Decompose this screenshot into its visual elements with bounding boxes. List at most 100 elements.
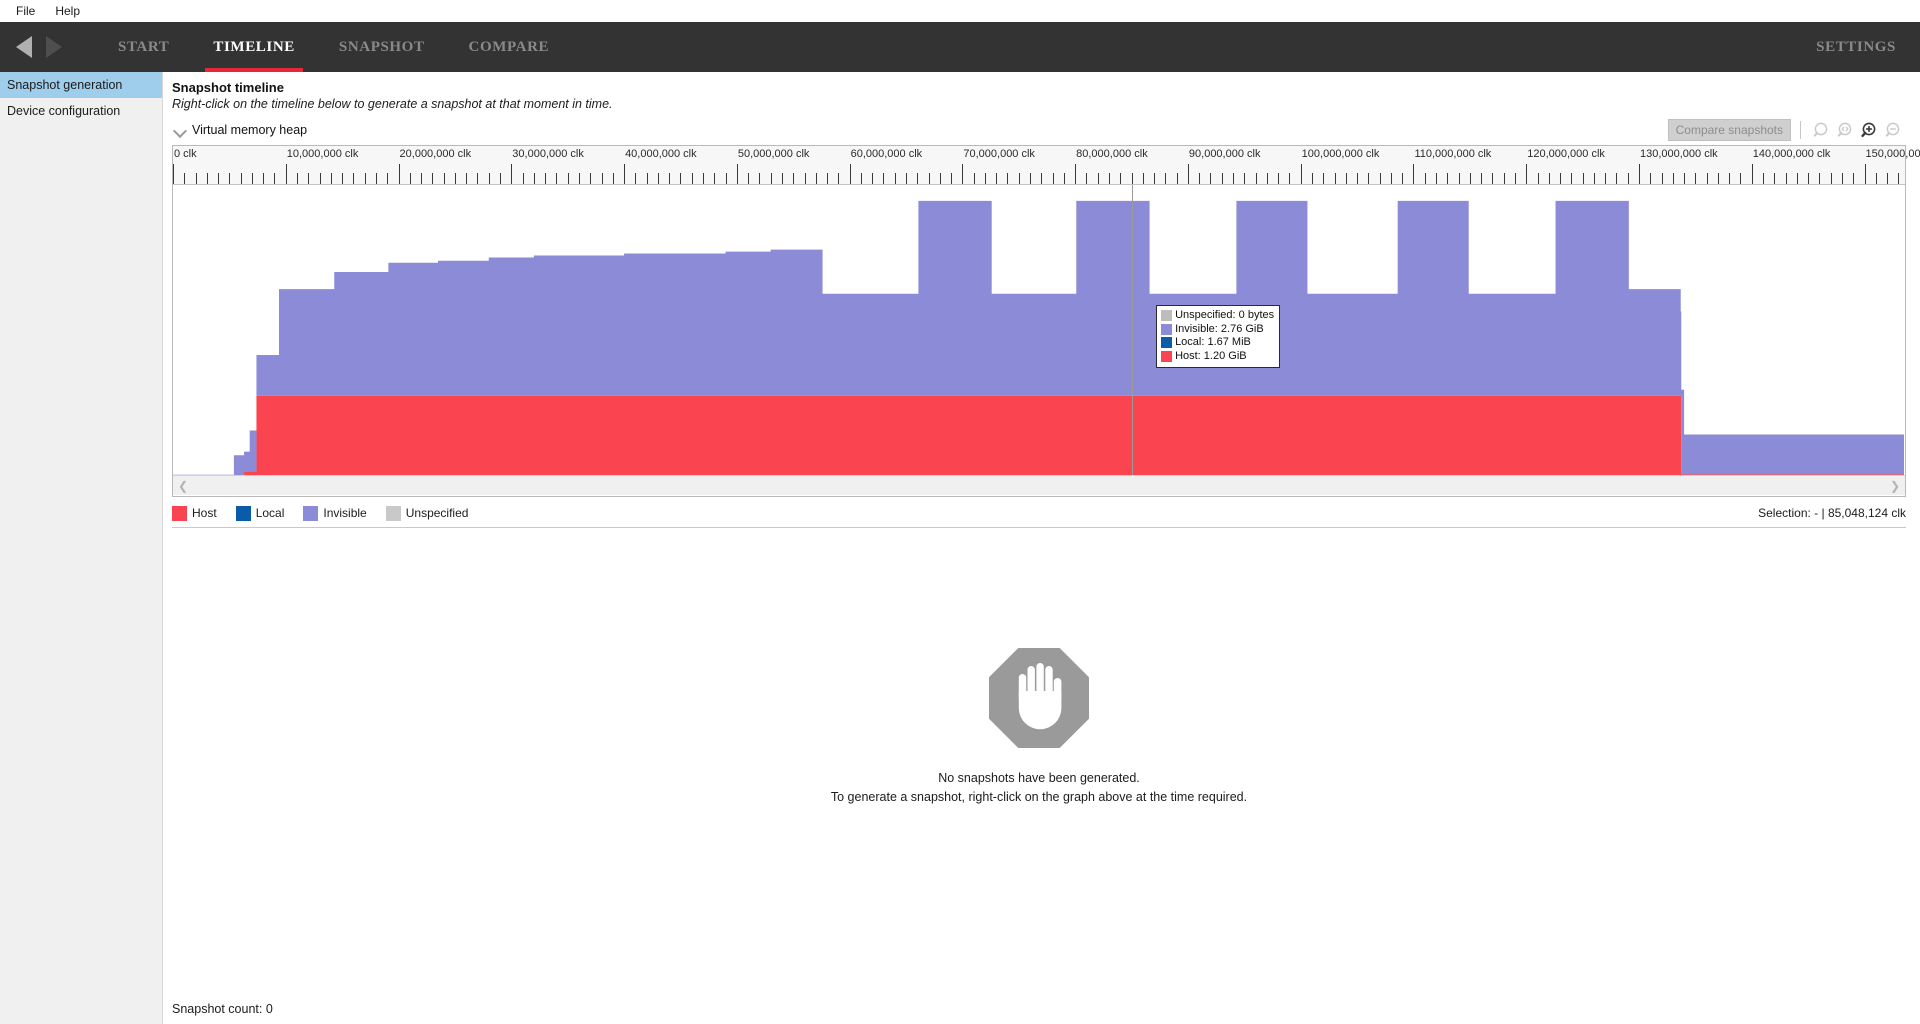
minor-tick <box>714 173 715 184</box>
minor-tick <box>1019 173 1020 184</box>
arrow-right-icon[interactable] <box>46 36 62 58</box>
tab-snapshot[interactable]: SNAPSHOT <box>317 22 447 72</box>
minor-tick <box>1707 173 1708 184</box>
chart-plot-area[interactable]: Unspecified: 0 bytes Invisible: 2.76 GiB… <box>173 185 1905 475</box>
minor-tick <box>1808 173 1809 184</box>
minor-tick <box>1515 173 1516 184</box>
major-tick <box>1188 164 1189 184</box>
major-tick <box>511 164 512 184</box>
minor-tick <box>320 173 321 184</box>
swatch-invisible <box>303 506 318 521</box>
zoom-fit-icon[interactable] <box>1834 119 1858 141</box>
scroll-right-icon[interactable]: ❯ <box>1890 480 1900 492</box>
minor-tick <box>421 173 422 184</box>
minor-tick <box>1402 173 1403 184</box>
minor-tick <box>1233 173 1234 184</box>
minor-tick <box>1718 173 1719 184</box>
minor-tick <box>1278 173 1279 184</box>
minor-tick <box>1695 173 1696 184</box>
minor-tick <box>1549 173 1550 184</box>
minor-tick <box>1199 173 1200 184</box>
tab-compare[interactable]: COMPARE <box>447 22 572 72</box>
minor-tick <box>1447 173 1448 184</box>
minor-tick <box>365 173 366 184</box>
minor-tick <box>331 173 332 184</box>
sidebar: Snapshot generation Device configuration <box>0 72 163 1024</box>
swatch-host <box>1161 351 1172 362</box>
minor-tick <box>1177 173 1178 184</box>
minor-tick <box>218 173 219 184</box>
x-axis-labels: 0 clk10,000,000 clk20,000,000 clk30,000,… <box>173 146 1905 163</box>
minor-tick <box>658 173 659 184</box>
minor-tick <box>466 173 467 184</box>
swatch-host <box>172 506 187 521</box>
legend-label-host: Host <box>192 506 217 520</box>
minor-tick <box>410 173 411 184</box>
sidebar-item-snapshot-generation[interactable]: Snapshot generation <box>0 72 162 98</box>
minor-tick <box>985 173 986 184</box>
minor-tick <box>703 173 704 184</box>
zoom-reset-icon[interactable] <box>1810 119 1834 141</box>
tab-settings[interactable]: SETTINGS <box>1792 22 1920 72</box>
minor-tick <box>883 173 884 184</box>
empty-state-line-1: No snapshots have been generated. <box>938 769 1140 788</box>
x-tick-label: 60,000,000 clk <box>851 148 923 160</box>
minor-tick <box>669 173 670 184</box>
major-tick <box>850 164 851 184</box>
tab-start[interactable]: START <box>96 22 191 72</box>
minor-tick <box>906 173 907 184</box>
minor-tick <box>861 173 862 184</box>
minor-tick <box>1740 173 1741 184</box>
minor-tick <box>308 173 309 184</box>
minor-tick <box>1053 173 1054 184</box>
minor-tick <box>196 173 197 184</box>
menu-bar: File Help <box>0 0 1920 22</box>
sidebar-item-device-configuration[interactable]: Device configuration <box>0 98 162 124</box>
major-tick <box>399 164 400 184</box>
minor-tick <box>1380 173 1381 184</box>
minor-tick <box>1086 173 1087 184</box>
legend-label-invisible: Invisible <box>323 506 366 520</box>
menu-item-help[interactable]: Help <box>45 2 90 20</box>
menu-item-file[interactable]: File <box>6 2 45 20</box>
minor-tick <box>1425 173 1426 184</box>
arrow-left-icon[interactable] <box>16 36 32 58</box>
legend-item-local: Local <box>236 506 285 521</box>
minor-tick <box>1831 173 1832 184</box>
minor-tick <box>263 173 264 184</box>
minor-tick <box>1470 173 1471 184</box>
timeline-chart[interactable]: 0 clk10,000,000 clk20,000,000 clk30,000,… <box>172 145 1906 497</box>
chart-legend: Host Local Invisible Unspecified Selecti… <box>172 502 1906 528</box>
minor-tick <box>1538 173 1539 184</box>
major-tick <box>624 164 625 184</box>
minor-tick <box>793 173 794 184</box>
zoom-out-icon[interactable] <box>1882 119 1906 141</box>
swatch-unspecified <box>1161 310 1172 321</box>
tab-timeline[interactable]: TIMELINE <box>191 22 317 72</box>
minor-tick <box>1583 173 1584 184</box>
minor-tick <box>1098 173 1099 184</box>
minor-tick <box>1143 173 1144 184</box>
scroll-left-icon[interactable]: ❮ <box>178 480 188 492</box>
swatch-invisible <box>1161 324 1172 335</box>
minor-tick <box>1210 173 1211 184</box>
x-tick-label: 80,000,000 clk <box>1076 148 1148 160</box>
minor-tick <box>556 173 557 184</box>
chevron-down-icon[interactable] <box>172 122 188 138</box>
zoom-in-icon[interactable] <box>1858 119 1882 141</box>
minor-tick <box>1763 173 1764 184</box>
minor-tick <box>1064 173 1065 184</box>
minor-tick <box>1154 173 1155 184</box>
horizontal-scrollbar[interactable]: ❮ ❯ <box>173 475 1905 495</box>
compare-snapshots-button[interactable]: Compare snapshots <box>1668 119 1791 141</box>
minor-tick <box>1289 173 1290 184</box>
minor-tick <box>1244 173 1245 184</box>
minor-tick <box>602 173 603 184</box>
minor-tick <box>1436 173 1437 184</box>
minor-tick <box>590 173 591 184</box>
empty-state: No snapshots have been generated. To gen… <box>172 528 1906 1024</box>
minor-tick <box>1842 173 1843 184</box>
minor-tick <box>1222 173 1223 184</box>
minor-tick <box>1684 173 1685 184</box>
minor-tick <box>1662 173 1663 184</box>
